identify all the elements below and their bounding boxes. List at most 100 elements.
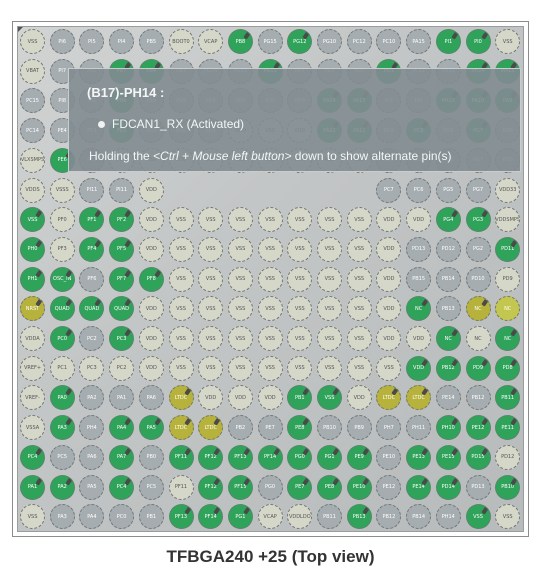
pin-ball[interactable]: PF3	[49, 236, 75, 262]
pin-ball[interactable]: VSS	[346, 296, 372, 322]
pin-ball[interactable]: PB2	[227, 415, 253, 441]
pin-ball[interactable]: PD10	[465, 266, 491, 292]
pin-ball[interactable]: VDDS	[20, 177, 45, 203]
pin-ball[interactable]: PA2	[49, 474, 75, 500]
pin-ball[interactable]: PB14	[406, 504, 432, 530]
pin-ball[interactable]: PE8	[287, 415, 313, 441]
pin-ball[interactable]: VSS	[346, 207, 372, 233]
pin-ball[interactable]: PG0	[257, 474, 283, 500]
pin-ball[interactable]: PA4	[109, 415, 135, 441]
pin-ball[interactable]: VSS	[257, 296, 283, 322]
pin-ball[interactable]: NC	[465, 296, 491, 322]
pin-ball[interactable]: PD8	[495, 355, 521, 381]
pin-ball[interactable]: VDD	[376, 326, 402, 351]
pin-ball[interactable]: VSS	[198, 326, 224, 351]
pin-ball[interactable]: QUAD	[79, 296, 105, 322]
pin-ball[interactable]: PD12	[495, 444, 521, 470]
pin-ball[interactable]: PF1	[79, 207, 105, 233]
pin-ball[interactable]: PA6	[138, 385, 164, 411]
pin-ball[interactable]: VDD	[406, 207, 432, 233]
pin-ball[interactable]: PB1	[287, 385, 313, 411]
pin-ball[interactable]: VDD	[138, 326, 164, 351]
pin-ball[interactable]: PE15	[435, 444, 461, 470]
pin-ball[interactable]: VSS	[317, 266, 342, 292]
pin-ball[interactable]: PG3	[465, 207, 491, 233]
pin-ball[interactable]: VDDA	[20, 326, 45, 351]
pin-ball[interactable]: PG7	[465, 177, 491, 203]
pin-ball[interactable]: VSS	[287, 355, 313, 381]
pin-ball[interactable]: PH4	[79, 415, 105, 441]
pin-ball[interactable]: VDD	[138, 355, 164, 381]
pin-ball[interactable]: VDD	[376, 207, 402, 233]
pin-ball[interactable]: PC14	[20, 118, 45, 144]
pin-ball[interactable]: PB12	[435, 355, 461, 381]
pin-ball[interactable]: QUAD	[49, 296, 75, 322]
pin-ball[interactable]: VSS	[346, 326, 372, 351]
pin-ball[interactable]: PB1	[138, 504, 164, 530]
pin-ball[interactable]: VSS	[495, 29, 521, 54]
pin-ball[interactable]: PA7	[109, 444, 135, 470]
pin-ball[interactable]: VSSS	[49, 177, 75, 203]
pin-ball[interactable]: VREF+	[20, 355, 45, 381]
pin-ball[interactable]: PB15	[406, 266, 432, 292]
pin-ball[interactable]: VSS	[317, 355, 342, 381]
pin-ball[interactable]: PD9	[495, 266, 521, 292]
pin-ball[interactable]: VDD	[257, 385, 283, 411]
pin-ball[interactable]: BOOT0	[168, 29, 194, 54]
pin-ball[interactable]: NC	[495, 326, 521, 351]
pin-ball[interactable]: PF13	[227, 444, 253, 470]
pin-ball[interactable]: PH0	[20, 236, 45, 262]
pin-ball[interactable]: VDD	[198, 385, 224, 411]
pin-ball[interactable]: PF8	[138, 266, 164, 292]
pin-ball[interactable]: LTDC	[198, 415, 224, 441]
pin-ball[interactable]: VDD	[376, 296, 402, 322]
pin-ball[interactable]: LTDC	[168, 415, 194, 441]
pin-ball[interactable]: PC15	[20, 88, 45, 114]
pin-ball[interactable]: PE14	[435, 385, 461, 411]
pin-ball[interactable]: PB12	[465, 385, 491, 411]
pin-ball[interactable]: PA3	[49, 415, 75, 441]
pin-ball[interactable]: PC0	[49, 326, 75, 351]
pin-ball[interactable]: PF0	[49, 207, 75, 233]
pin-ball[interactable]: LTDC	[168, 385, 194, 411]
pin-ball[interactable]: VDD	[138, 296, 164, 322]
pin-ball[interactable]: VSS	[227, 207, 253, 233]
pin-ball[interactable]: VSS	[257, 326, 283, 351]
pin-ball[interactable]: PD13	[465, 474, 491, 500]
pin-ball[interactable]: PC5	[49, 444, 75, 470]
pin-ball[interactable]: VSS	[287, 236, 313, 262]
pin-ball[interactable]: VSS	[317, 296, 342, 322]
pin-ball[interactable]: PA1	[109, 385, 135, 411]
pin-ball[interactable]: PB10	[495, 474, 521, 500]
pin-ball[interactable]: PG2	[465, 236, 491, 262]
pin-ball[interactable]: VSS	[287, 326, 313, 351]
pin-ball[interactable]: VSS	[317, 326, 342, 351]
pin-ball[interactable]: VSS	[346, 266, 372, 292]
pin-ball[interactable]: VDD	[376, 236, 402, 262]
pin-ball[interactable]: PI0	[465, 29, 491, 54]
pin-ball[interactable]: PF2	[109, 207, 135, 233]
pin-ball[interactable]: VDD	[227, 385, 253, 411]
pin-ball[interactable]: PD9	[465, 355, 491, 381]
pin-ball[interactable]: LTDC	[406, 385, 432, 411]
pin-ball[interactable]: VDD	[406, 355, 432, 381]
pin-ball[interactable]: PI1	[435, 29, 461, 54]
pin-ball[interactable]: PC4	[20, 444, 45, 470]
pin-ball[interactable]: VDD	[346, 385, 372, 411]
pin-ball[interactable]: VSS	[227, 326, 253, 351]
pin-ball[interactable]: PF14	[257, 444, 283, 470]
pin-ball[interactable]: PB9	[346, 415, 372, 441]
pin-ball[interactable]: VDD	[138, 207, 164, 233]
pin-ball[interactable]: PI11	[109, 177, 135, 203]
pin-ball[interactable]: VSS	[198, 236, 224, 262]
pin-ball[interactable]: PF14	[198, 504, 224, 530]
pin-ball[interactable]: VSS	[495, 504, 521, 530]
pin-ball[interactable]: PB13	[346, 504, 372, 530]
pin-ball[interactable]: VSS	[168, 207, 194, 233]
pin-ball[interactable]: PI4	[109, 29, 135, 54]
pin-ball[interactable]: PF7	[109, 266, 135, 292]
pin-ball[interactable]: VSS	[20, 504, 45, 530]
pin-ball[interactable]: VSS	[227, 266, 253, 292]
pin-ball[interactable]: PA3	[49, 504, 75, 530]
pin-ball[interactable]: VSS	[198, 207, 224, 233]
